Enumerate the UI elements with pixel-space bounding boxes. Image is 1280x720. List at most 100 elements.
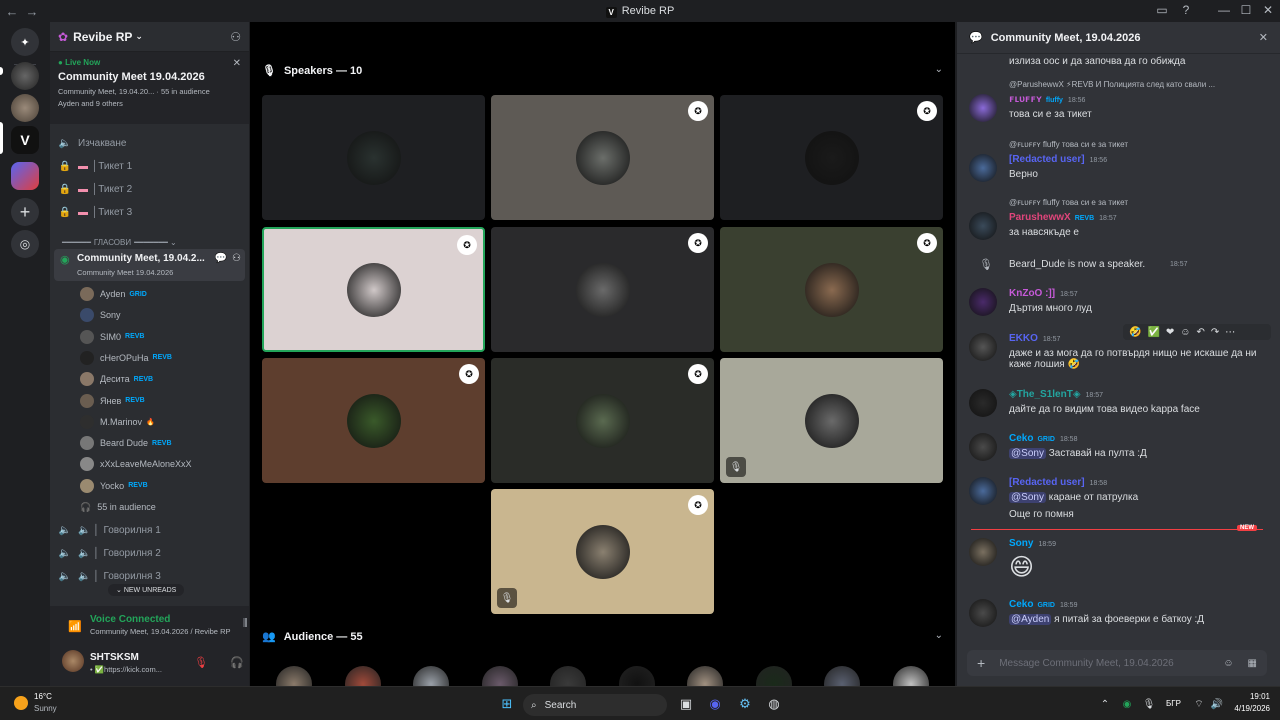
server-header[interactable]: ✿ Revibe RP ⌄ ⚇: [50, 22, 249, 52]
author-name[interactable]: [Redacted user] 18:58: [1009, 477, 1107, 488]
speaker-tile[interactable]: ✪: [491, 227, 714, 352]
speaker-tile[interactable]: ✪ 🎙: [491, 489, 714, 614]
search-box[interactable]: ⌕ Search: [523, 694, 667, 716]
channel-talk-1[interactable]: 🔈 🔈 │ Говорилня 1: [58, 521, 161, 539]
stage-user[interactable]: Beard Dude REVB: [80, 435, 172, 451]
more-icon[interactable]: ⋯: [1225, 327, 1235, 338]
stage-user[interactable]: Sony: [80, 307, 121, 323]
audience-avatar[interactable]: [344, 666, 381, 686]
wifi-icon[interactable]: ⌔: [1190, 695, 1208, 713]
avatar[interactable]: [969, 433, 997, 461]
audience-avatar[interactable]: [618, 666, 655, 686]
add-attachment-icon[interactable]: +: [977, 655, 985, 671]
reply-preview[interactable]: @ParushewwX ⚡REVB И Полицията след като …: [1009, 80, 1269, 89]
audience-avatar[interactable]: [413, 666, 449, 686]
minimize-button[interactable]: —: [1216, 3, 1232, 17]
close-icon[interactable]: ✕: [1259, 31, 1268, 44]
user-mention[interactable]: @Sony: [1009, 492, 1046, 503]
avatar[interactable]: [969, 389, 997, 417]
close-window-button[interactable]: ✕: [1260, 3, 1276, 17]
audience-avatar[interactable]: [276, 666, 312, 686]
headphones-icon[interactable]: 🎧: [230, 656, 244, 669]
reply-icon[interactable]: ↶: [1197, 327, 1205, 338]
audience-avatar[interactable]: [892, 666, 929, 686]
audience-avatar[interactable]: [550, 666, 586, 686]
avatar[interactable]: [969, 212, 997, 240]
chevron-up-icon[interactable]: ⌃: [1096, 695, 1114, 713]
mic-icon[interactable]: 🎙: [1140, 695, 1158, 713]
live-stage-card[interactable]: ● Live Now Community Meet 19.04.2026 Com…: [50, 52, 249, 124]
author-name[interactable]: ꜰʟᴜꜰꜰʏ fluffy 18:56: [1009, 94, 1085, 105]
discover-icon[interactable]: ◎: [11, 230, 39, 258]
mic-muted-icon[interactable]: 🎙: [194, 656, 208, 669]
add-server-icon[interactable]: +: [11, 198, 39, 226]
emoji-icon[interactable]: ☺: [1223, 658, 1233, 669]
app-icon[interactable]: ◍: [765, 695, 783, 713]
stage-user[interactable]: SIM0 REVB: [80, 329, 144, 345]
forward-icon[interactable]: ↷: [1211, 327, 1219, 338]
channel-ticket-2[interactable]: 🔒 ▬ │ Тикет 2: [58, 180, 132, 198]
message-input[interactable]: + Message Community Meet, 19.04.2026 ☺ ▦: [967, 650, 1267, 676]
help-icon[interactable]: ?: [1178, 3, 1194, 17]
server-folder-icon[interactable]: [11, 162, 39, 190]
soundboard-icon[interactable]: ⫼: [243, 618, 248, 629]
author-name[interactable]: Sony 18:59: [1009, 538, 1056, 549]
audience-avatar[interactable]: [824, 666, 860, 686]
avatar[interactable]: [969, 538, 997, 566]
server-icon-1[interactable]: [11, 62, 39, 90]
author-name[interactable]: [Redacted user] 18:56: [1009, 154, 1107, 165]
add-member-icon[interactable]: ⚇: [232, 253, 241, 264]
avatar[interactable]: [969, 288, 997, 316]
speaker-tile[interactable]: ✪: [491, 358, 714, 483]
avatar[interactable]: [969, 154, 997, 182]
speaker-tile[interactable]: ✪: [491, 95, 714, 220]
maximize-button[interactable]: ☐: [1238, 3, 1254, 17]
speaker-tile[interactable]: ✪: [262, 358, 485, 483]
stage-user[interactable]: Десита REVB: [80, 371, 153, 387]
stage-user[interactable]: Ayden GRID: [80, 286, 147, 302]
speaker-tile[interactable]: [262, 95, 485, 220]
stage-user[interactable]: Yocko REVB: [80, 478, 148, 494]
heart-icon[interactable]: ❤: [1166, 327, 1174, 338]
user-mention[interactable]: @Sony: [1009, 448, 1046, 459]
steam-icon[interactable]: ⚙: [736, 695, 754, 713]
author-name[interactable]: ◈The_S1lenT◈ 18:57: [1009, 389, 1103, 400]
avatar[interactable]: [62, 650, 84, 672]
server-icon-2[interactable]: [11, 94, 39, 122]
avatar[interactable]: [969, 599, 997, 627]
avatar[interactable]: [969, 94, 997, 122]
author-name[interactable]: Ceko GRID 18:58: [1009, 433, 1077, 444]
channel-talk-2[interactable]: 🔈 🔈 │ Говорилня 2: [58, 544, 161, 562]
channel-wait[interactable]: 🔈 Изчакване: [58, 134, 127, 152]
apps-icon[interactable]: ▦: [1248, 658, 1257, 669]
author-name[interactable]: KnZoO :]] 18:57: [1009, 288, 1078, 299]
stage-user[interactable]: M.Marinov 🔥: [80, 414, 155, 430]
new-unreads-button[interactable]: ⌄ NEW UNREADS: [108, 584, 185, 596]
audience-avatar[interactable]: [481, 666, 518, 686]
speakers-header[interactable]: 🎙 Speakers — 10: [262, 64, 362, 78]
chevron-down-icon[interactable]: ⌄: [935, 630, 943, 641]
discord-taskbar-icon[interactable]: ◉: [706, 695, 724, 713]
user-mention[interactable]: @Ayden: [1009, 614, 1052, 625]
speaker-tile[interactable]: ✪: [262, 227, 485, 352]
windows-start-icon[interactable]: ⊞: [498, 695, 516, 713]
audience-header[interactable]: 👥 Audience — 55: [262, 630, 363, 644]
stage-user[interactable]: xXxLeaveMeAloneXxX: [80, 456, 192, 472]
audience-avatar[interactable]: [755, 666, 792, 686]
chevron-down-icon[interactable]: ⌄: [935, 64, 943, 75]
author-name[interactable]: EKKO 18:57: [1009, 333, 1060, 344]
reply-preview[interactable]: @ꜰʟᴜꜰꜰʏ fluffy това си е за тикет: [1009, 140, 1269, 149]
stage-channel-active[interactable]: ◉ Community Meet, 19.04.2... Community M…: [54, 249, 245, 281]
author-name[interactable]: ParushewwX REVB 18:57: [1009, 212, 1117, 223]
stage-user[interactable]: cHerOPuHa REVB: [80, 350, 172, 366]
speaker-tile[interactable]: ✪: [720, 95, 943, 220]
speaker-tile[interactable]: ✪: [720, 227, 943, 352]
avatar[interactable]: [969, 477, 997, 505]
tray-app-icon[interactable]: ◉: [1118, 695, 1136, 713]
invite-icon[interactable]: ⚇: [230, 30, 241, 44]
speaker-tile[interactable]: 🎙: [720, 358, 943, 483]
author-name[interactable]: Ceko GRID 18:59: [1009, 599, 1077, 610]
channel-talk-3[interactable]: 🔈 🔈 │ Говорилня 3: [58, 567, 161, 585]
add-reaction-icon[interactable]: ☺: [1180, 327, 1190, 338]
inbox-icon[interactable]: ▭: [1154, 3, 1170, 17]
